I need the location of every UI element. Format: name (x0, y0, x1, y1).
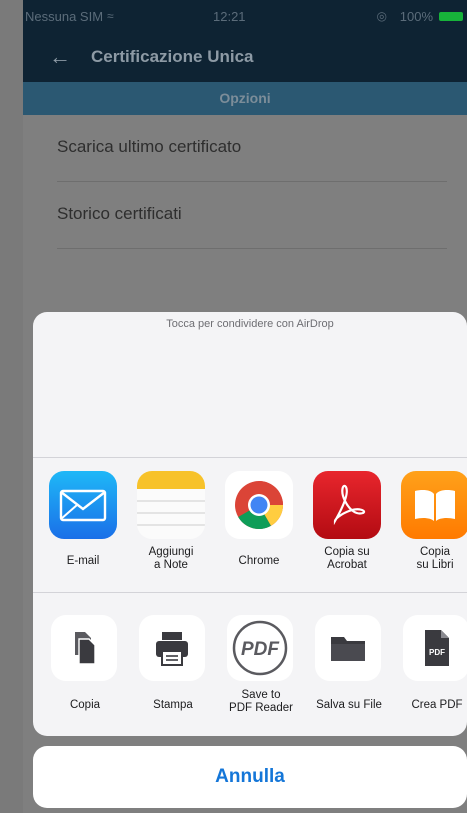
cancel-button[interactable]: Annulla (33, 746, 467, 808)
nav-bar: ← Certificazione Unica (23, 34, 467, 82)
list-item-label: Storico certificati (57, 204, 182, 223)
folder-icon[interactable] (315, 615, 381, 681)
share-app-label: Copia su Acrobat (324, 546, 370, 571)
carrier-label: Nessuna SIM (25, 9, 104, 24)
action-save-pdf-reader[interactable]: PDF Save to PDF Reader (221, 593, 301, 736)
share-app-email[interactable]: E-mail (43, 458, 123, 593)
action-label: Crea PDF (411, 699, 463, 711)
action-save-to-files[interactable]: Salva su File (309, 593, 389, 736)
action-copy[interactable]: Copia (45, 593, 125, 736)
pdf-reader-icon[interactable]: PDF (227, 615, 293, 681)
action-label: Stampa (153, 699, 193, 711)
print-icon[interactable] (139, 615, 205, 681)
books-icon[interactable] (401, 471, 467, 539)
action-label: Save to PDF Reader (229, 689, 293, 714)
share-actions-row[interactable]: Copia Stampa PDF Save to PDF Reader Salv… (33, 592, 467, 736)
clock: 12:21 (213, 9, 246, 24)
share-app-label: Copia su Libri (416, 546, 454, 571)
share-app-label: Chrome (238, 555, 280, 567)
airdrop-hint[interactable]: Tocca per condividere con AirDrop (33, 318, 467, 330)
share-app-books[interactable]: Copia su Libri (395, 458, 467, 593)
create-pdf-icon[interactable]: PDF (403, 615, 467, 681)
list-item-history[interactable]: Storico certificati (57, 182, 447, 249)
list-item-label: Scarica ultimo certificato (57, 137, 242, 156)
action-print[interactable]: Stampa (133, 593, 213, 736)
battery-icon (439, 12, 463, 21)
copy-icon[interactable] (51, 615, 117, 681)
pdf-badge-text: PDF (429, 648, 445, 657)
share-app-label: E-mail (66, 555, 100, 567)
notes-icon[interactable] (137, 471, 205, 539)
status-bar: Nessuna SIM ≈ 12:21 ◎ 100% (23, 0, 467, 34)
pdf-badge-text: PDF (241, 639, 280, 660)
action-label: Copia (69, 699, 101, 711)
back-arrow-icon[interactable]: ← (49, 44, 71, 70)
action-create-pdf[interactable]: PDF Crea PDF (397, 593, 467, 736)
acrobat-icon[interactable] (313, 471, 381, 539)
share-sheet: Tocca per condividere con AirDrop E-mail (33, 312, 467, 736)
share-app-chrome[interactable]: Chrome (219, 458, 299, 593)
list-item-download-latest[interactable]: Scarica ultimo certificato (57, 115, 447, 182)
location-icon: ◎ (376, 9, 387, 23)
action-label: Salva su File (316, 699, 382, 711)
page-title: Certificazione Unica (91, 47, 254, 66)
share-app-acrobat[interactable]: Copia su Acrobat (307, 458, 387, 593)
mail-icon[interactable] (49, 471, 117, 539)
wifi-icon: ≈ (107, 9, 114, 23)
share-apps-row[interactable]: E-mail Aggiungi a Note Chrome Copia su A… (33, 457, 467, 593)
options-header: Opzioni (23, 82, 467, 115)
share-app-notes[interactable]: Aggiungi a Note (131, 458, 211, 593)
share-app-label: Aggiungi a Note (148, 546, 194, 571)
screen: Nessuna SIM ≈ 12:21 ◎ 100% ← Certificazi… (23, 0, 467, 813)
chrome-icon[interactable] (225, 471, 293, 539)
battery-percent: 100% (399, 9, 433, 24)
